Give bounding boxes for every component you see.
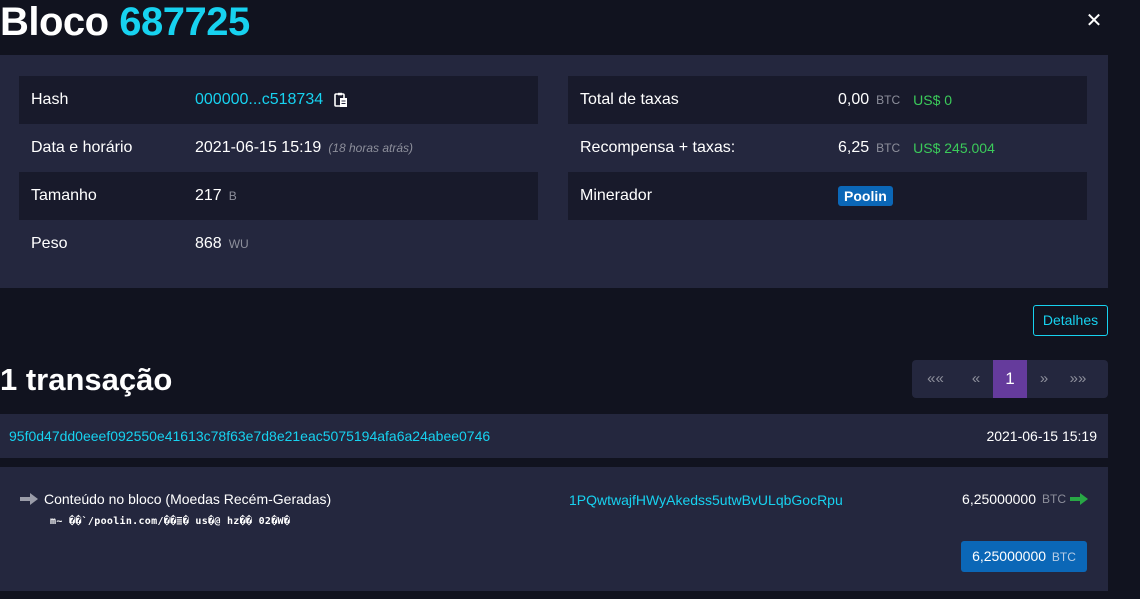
tx-total-unit: BTC — [1051, 550, 1076, 564]
input-label: Conteúdo no bloco (Moedas Recém-Geradas) — [44, 491, 332, 507]
details-button[interactable]: Detalhes — [1033, 305, 1108, 336]
reward-usd: US$ 245.004 — [913, 140, 995, 156]
weight-unit: WU — [228, 237, 249, 251]
page-prev[interactable]: « — [959, 360, 993, 398]
reward-unit: BTC — [876, 141, 901, 155]
hash-row: Hash 000000...c518734 — [19, 76, 538, 124]
page-title: Bloco 687725 — [0, 0, 250, 44]
tx-total-badge: 6,25000000 BTC — [961, 541, 1087, 572]
size-row: Tamanho 217 B — [19, 172, 538, 220]
tx-body: Conteúdo no bloco (Moedas Recém-Geradas)… — [0, 467, 1108, 591]
total-fees-row: Total de taxas 0,00 BTC US$ 0 — [568, 76, 1087, 124]
size-value: 217 — [195, 187, 222, 204]
coinbase-data: m~ ��`/poolin.com/��≣� us�@ hz�� 02�W� — [50, 516, 291, 527]
size-unit: B — [228, 189, 237, 203]
reward-value: 6,25 — [838, 139, 870, 156]
datetime-value: 2021-06-15 15:19 — [195, 139, 322, 156]
arrow-right-gray-icon — [20, 493, 38, 505]
txid-link[interactable]: 95f0d47dd0eeef092550e41613c78f63e7d8e21e… — [9, 428, 490, 444]
miner-badge[interactable]: Poolin — [838, 186, 893, 206]
output-amount-unit: BTC — [1042, 492, 1066, 506]
weight-label: Peso — [31, 235, 68, 252]
tx-header: 95f0d47dd0eeef092550e41613c78f63e7d8e21e… — [0, 414, 1108, 458]
pagination: «« « 1 » »» — [912, 360, 1108, 398]
page-first[interactable]: «« — [912, 360, 959, 398]
size-label: Tamanho — [31, 187, 97, 204]
page-last[interactable]: »» — [1061, 360, 1095, 398]
tx-total-value: 6,25000000 — [972, 548, 1047, 564]
datetime-label: Data e horário — [31, 139, 133, 156]
total-fees-label: Total de taxas — [580, 91, 679, 108]
reward-row: Recompensa + taxas: 6,25 BTC US$ 245.004 — [568, 124, 1087, 172]
page-title-word: Bloco — [0, 0, 109, 44]
transactions-title: 1 transação — [0, 362, 173, 397]
hash-label: Hash — [31, 91, 69, 108]
output-amount-value: 6,25000000 — [962, 491, 1036, 507]
total-fees-unit: BTC — [876, 93, 901, 107]
output-address[interactable]: 1PQwtwajfHWyAkedss5utwBvULqbGocRpu — [569, 492, 843, 508]
tx-time: 2021-06-15 15:19 — [986, 428, 1097, 444]
datetime-row: Data e horário 2021-06-15 15:19 (18 hora… — [19, 124, 538, 172]
total-fees-value: 0,00 — [838, 91, 870, 108]
page-current[interactable]: 1 — [993, 360, 1027, 398]
copy-icon[interactable] — [334, 92, 348, 108]
block-number: 687725 — [119, 0, 250, 44]
arrow-right-green-icon[interactable] — [1070, 493, 1088, 505]
block-info-right: Total de taxas 0,00 BTC US$ 0 Recompensa… — [568, 76, 1087, 220]
close-icon[interactable]: ✕ — [1083, 10, 1105, 32]
reward-label: Recompensa + taxas: — [580, 139, 736, 156]
total-fees-usd: US$ 0 — [913, 92, 953, 108]
page-next[interactable]: » — [1027, 360, 1061, 398]
tx-input: Conteúdo no bloco (Moedas Recém-Geradas) — [20, 491, 331, 507]
miner-row: Minerador Poolin — [568, 172, 1087, 220]
datetime-ago: (18 horas atrás) — [328, 141, 414, 155]
output-amount: 6,25000000 BTC — [962, 491, 1088, 507]
weight-row: Peso 868 WU — [19, 220, 538, 268]
block-info-panel: Hash 000000...c518734 Data e horário 202… — [0, 55, 1108, 288]
hash-link[interactable]: 000000...c518734 — [195, 91, 323, 109]
miner-label: Minerador — [580, 187, 653, 204]
weight-value: 868 — [195, 235, 222, 252]
block-info-left: Hash 000000...c518734 Data e horário 202… — [19, 76, 538, 268]
